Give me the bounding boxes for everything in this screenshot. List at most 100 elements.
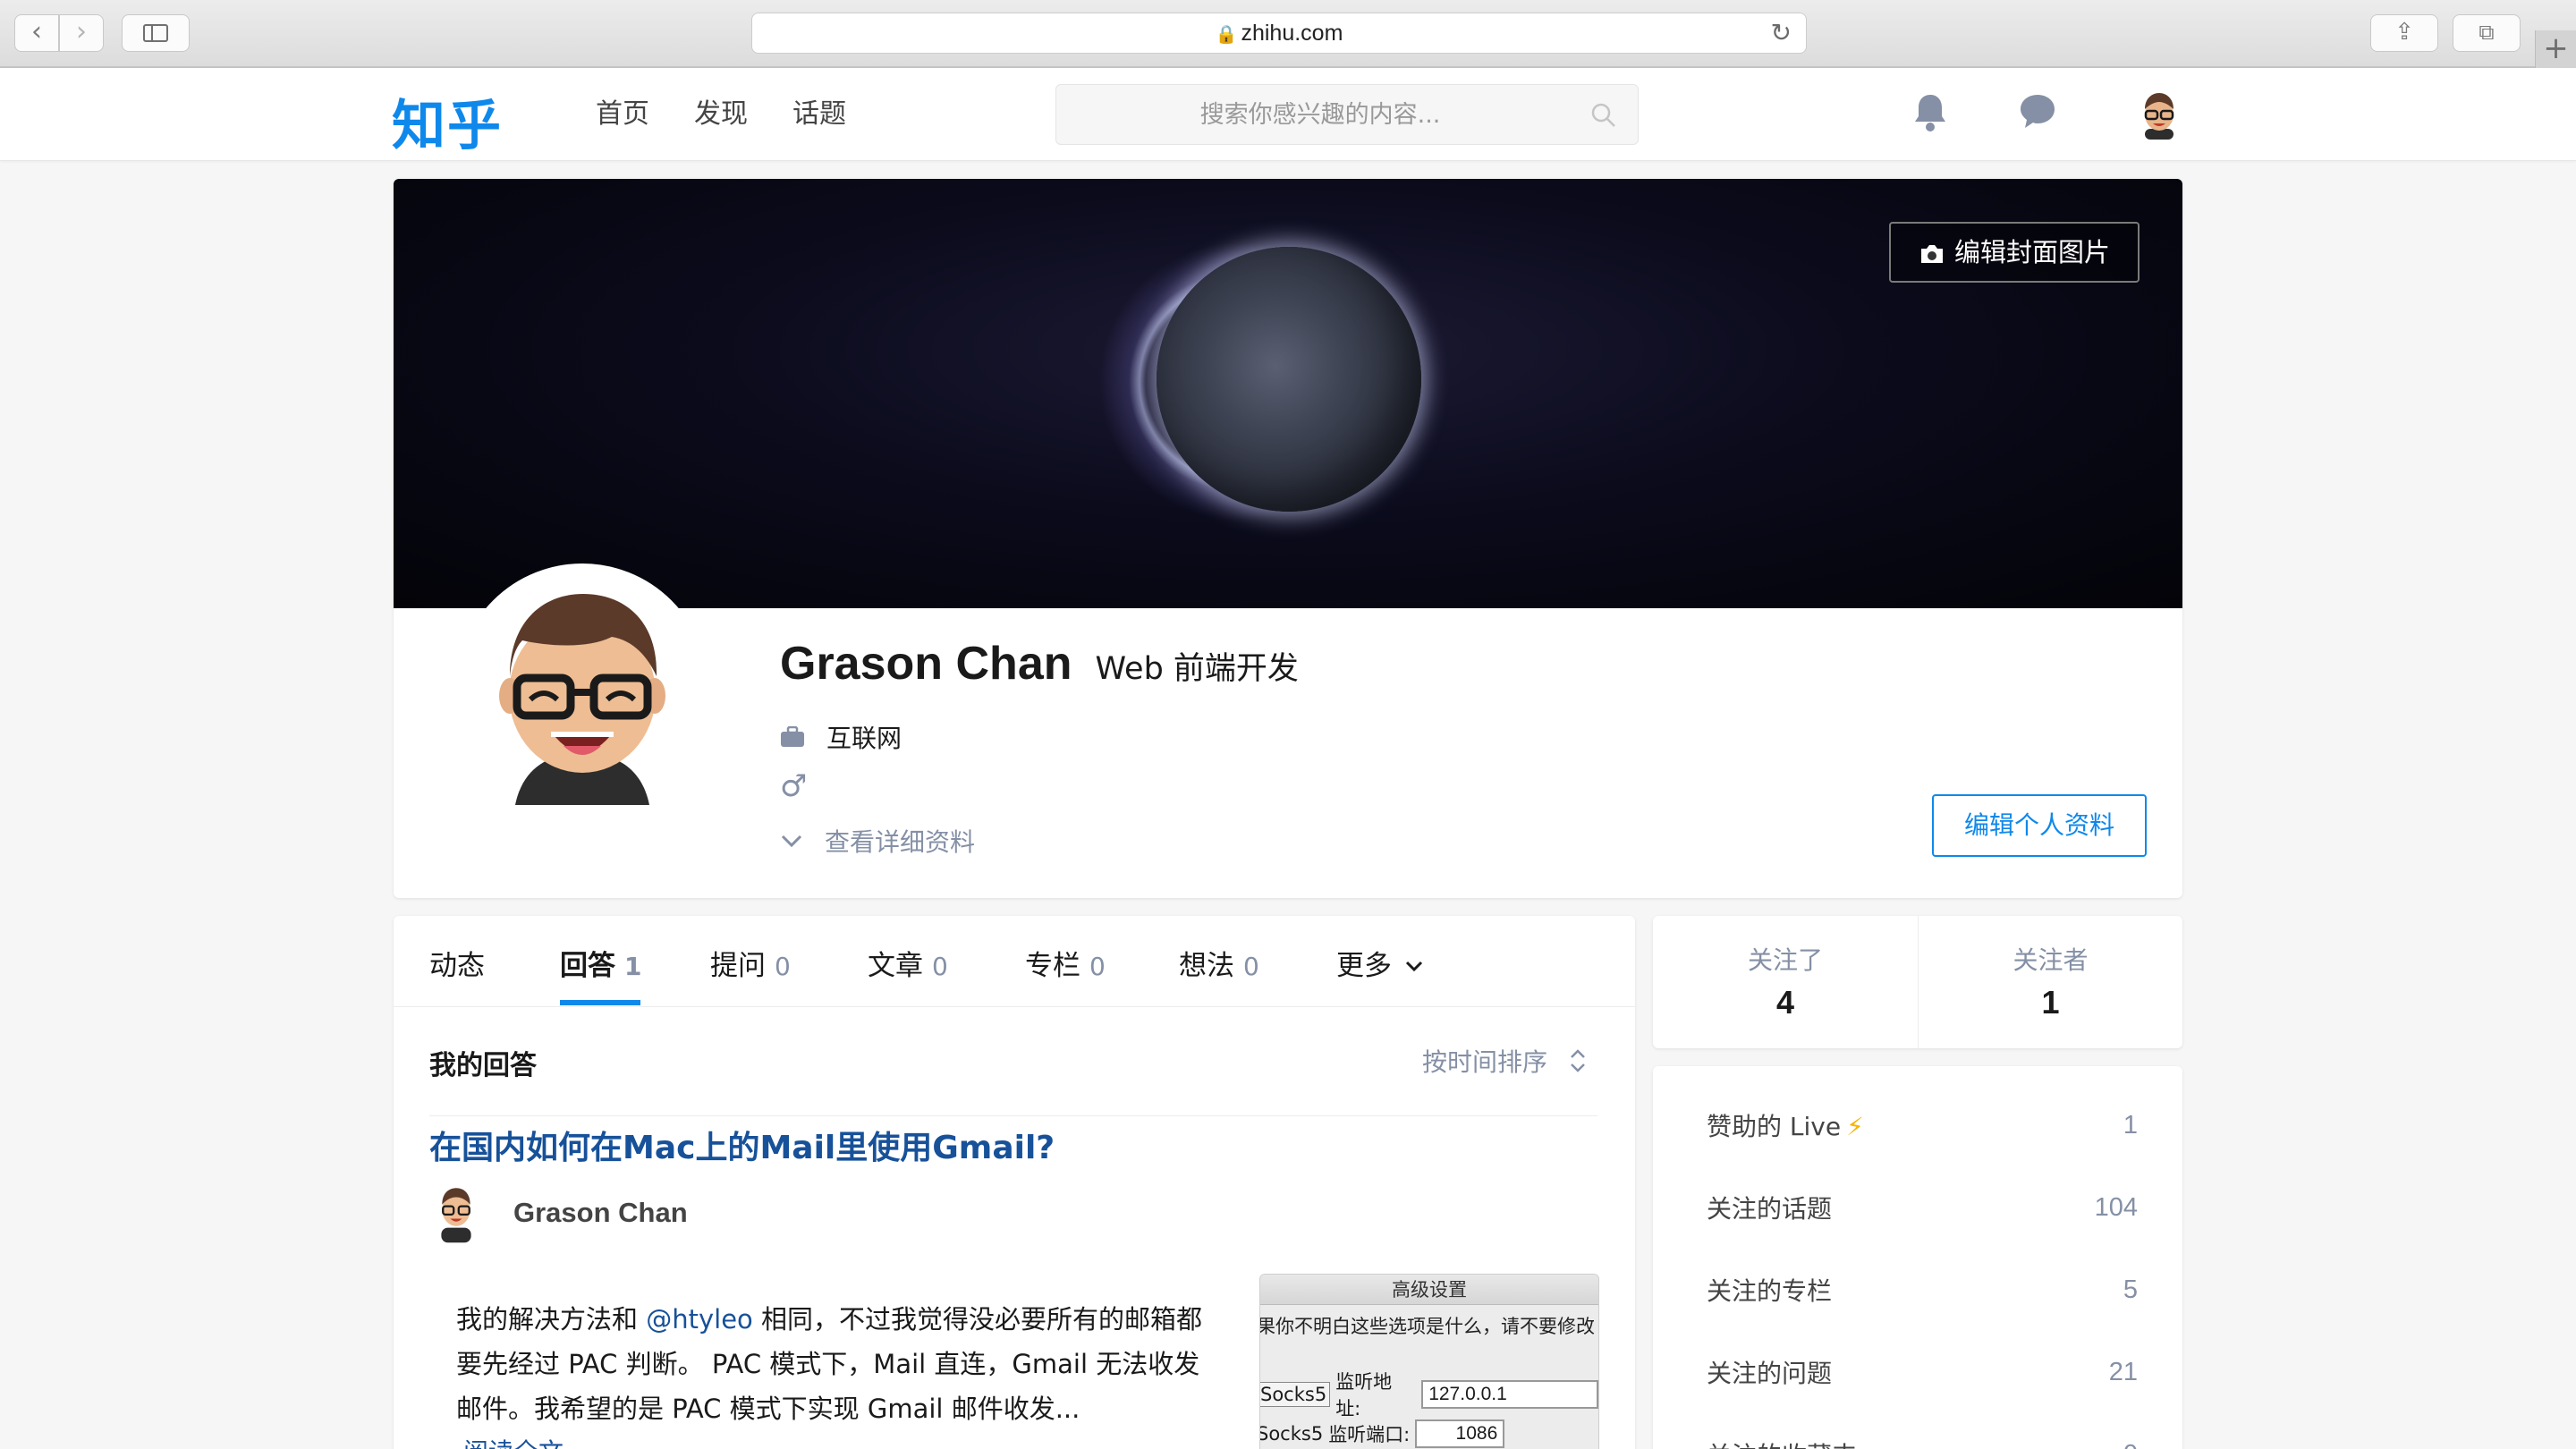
stat-label: 赞助的 Live (1707, 1112, 1842, 1141)
read-more-link[interactable]: 阅读全文 (463, 1433, 589, 1449)
stat-label: 关注的收藏夹 (1707, 1436, 1857, 1449)
edit-profile-button[interactable]: 编辑个人资料 (1932, 794, 2147, 857)
author-name[interactable]: Grason Chan (513, 1197, 688, 1229)
stat-value: 0 (2123, 1440, 2138, 1449)
search-input[interactable] (1056, 85, 1638, 144)
stat-sponsored-live[interactable]: 赞助的 Live ⚡ 1 (1707, 1098, 2138, 1152)
nav-home[interactable]: 首页 (596, 95, 649, 134)
edit-cover-label: 编辑封面图片 (1953, 237, 2110, 267)
thumbnail-field: 127.0.0.1 (1421, 1380, 1598, 1409)
avatar[interactable] (435, 1182, 478, 1243)
plus-icon: + (2543, 30, 2569, 66)
sort-arrows-icon (1571, 1049, 1585, 1072)
tab-label: 想法 (1179, 950, 1234, 982)
nav-explore[interactable]: 发现 (694, 95, 748, 134)
lightning-icon: ⚡ (1846, 1112, 1864, 1141)
tab-label: 提问 (710, 950, 766, 982)
avatar[interactable] (2136, 89, 2182, 140)
stat-label: 关注的问题 (1707, 1359, 1833, 1388)
tab-count: 0 (1243, 952, 1259, 981)
tab-articles[interactable]: 文章 0 (868, 943, 948, 983)
followers-count[interactable]: 关注者 1 (1918, 916, 2182, 1048)
following-count[interactable]: 关注了 4 (1653, 916, 1918, 1048)
profile-card: 编辑封面图片 Grason Chan Web 前端开发 互联网 ♂ 查看详细资料… (394, 179, 2182, 898)
stat-followed-columns[interactable]: 关注的专栏 5 (1707, 1263, 2138, 1317)
sidebar-icon (143, 24, 168, 42)
share-icon: ⇪ (2394, 19, 2414, 46)
forward-icon: › (76, 16, 87, 47)
following-value: 4 (1775, 984, 1795, 1021)
sidebar-toggle-button[interactable] (122, 14, 190, 52)
reload-icon[interactable]: ↻ (1771, 13, 1792, 53)
tabs-overview-button[interactable]: ⧉ (2453, 14, 2521, 52)
tab-label: 回答 (560, 950, 615, 982)
address-bar[interactable]: 🔒 zhihu.com ↻ (751, 13, 1807, 54)
edit-cover-button[interactable]: 编辑封面图片 (1889, 222, 2140, 283)
follow-stats-card: 关注了 4 关注者 1 (1653, 916, 2182, 1048)
answer-thumbnail[interactable]: 高级设置 果你不明白这些选项是什么，请不要修改 Socks5 监听地址: 127… (1259, 1274, 1599, 1449)
industry-text: 互联网 (826, 724, 902, 753)
active-tab-indicator (560, 1000, 640, 1005)
followers-value: 1 (2041, 984, 2060, 1021)
tab-activity[interactable]: 动态 (429, 943, 485, 983)
tab-thoughts[interactable]: 想法 0 (1179, 943, 1259, 983)
lock-icon: 🔒 (1215, 25, 1238, 45)
thumbnail-field: 1086 (1415, 1419, 1505, 1448)
tab-count: 1 (624, 952, 642, 981)
answer-question-title[interactable]: 在国内如何在Mac上的Mail里使用Gmail? (429, 1122, 1055, 1168)
tab-answers[interactable]: 回答 1 (560, 943, 641, 983)
tab-label: 文章 (868, 950, 923, 982)
tab-label: 更多 (1336, 950, 1392, 982)
stat-label: 关注的专栏 (1707, 1276, 1833, 1306)
thumbnail-row: Socks5 监听端口: 1086 (1259, 1419, 1505, 1448)
thumbnail-label: 监听端口: (1328, 1424, 1411, 1445)
search-icon[interactable] (1589, 101, 1618, 130)
answer-excerpt[interactable]: 我的解决方法和 @htyleo 相同，不过我觉得没必要所有的邮箱都要先经过 PA… (456, 1297, 1208, 1431)
site-header: 知乎 首页 发现 话题 (0, 68, 2576, 161)
tab-columns[interactable]: 专栏 0 (1025, 943, 1106, 983)
view-details-link[interactable]: 查看详细资料 (780, 823, 975, 859)
gender-row: ♂ (780, 771, 807, 801)
forward-button[interactable]: › (59, 14, 104, 52)
moon (1157, 247, 1421, 512)
stat-followed-topics[interactable]: 关注的话题 104 (1707, 1181, 2138, 1234)
bell-icon[interactable] (1912, 91, 1948, 134)
search-box (1055, 84, 1639, 145)
stat-followed-questions[interactable]: 关注的问题 21 (1707, 1345, 2138, 1399)
url-text: zhihu.com (1241, 21, 1343, 46)
briefcase-icon (781, 726, 804, 747)
followers-label: 关注者 (2012, 945, 2089, 975)
avatar-illustration (463, 571, 701, 809)
tab-count: 0 (775, 952, 791, 981)
cover-image: 编辑封面图片 (394, 179, 2182, 608)
tab-questions[interactable]: 提问 0 (710, 943, 791, 983)
thumbnail-label: Socks5 (1259, 1423, 1324, 1445)
industry-row: 互联网 (780, 719, 902, 755)
chevron-down-icon (1405, 961, 1422, 972)
nav-topics[interactable]: 话题 (792, 95, 846, 134)
thumbnail-row: Socks5 监听地址: 127.0.0.1 (1260, 1368, 1598, 1421)
excerpt-text: 我的解决方法和 (456, 1304, 647, 1335)
logo[interactable]: 知乎 (392, 82, 503, 160)
back-button[interactable]: ‹ (14, 14, 59, 52)
chevron-down-icon (781, 835, 802, 848)
view-details-label: 查看详细资料 (825, 827, 976, 857)
thumbnail-label: 监听地址: (1335, 1371, 1393, 1419)
share-button[interactable]: ⇪ (2370, 14, 2438, 52)
read-more-label: 阅读全文 (463, 1437, 564, 1449)
new-tab-button[interactable]: + (2535, 30, 2576, 68)
main-content-card: 动态 回答 1 提问 0 文章 0 专栏 0 想法 0 更多 我的回答 按时间排序 在国内… (394, 916, 1635, 1449)
tab-more[interactable]: 更多 (1336, 943, 1424, 983)
tab-label: 动态 (429, 950, 485, 982)
stat-followed-collections[interactable]: 关注的收藏夹 0 (1707, 1428, 2138, 1449)
tabs-icon: ⧉ (2479, 20, 2495, 45)
profile-avatar[interactable] (456, 564, 708, 816)
tab-count: 0 (1089, 952, 1106, 981)
user-mention-link[interactable]: @htyleo (646, 1304, 753, 1335)
sort-dropdown[interactable]: 按时间排序 (1422, 1043, 1587, 1079)
answer-author: Grason Chan (435, 1182, 688, 1243)
thumbnail-warning: 果你不明白这些选项是什么，请不要修改 (1259, 1316, 1595, 1337)
stat-value: 1 (2123, 1110, 2138, 1140)
chat-icon[interactable] (2018, 91, 2059, 132)
thumbnail-label: Socks5 (1260, 1382, 1331, 1407)
